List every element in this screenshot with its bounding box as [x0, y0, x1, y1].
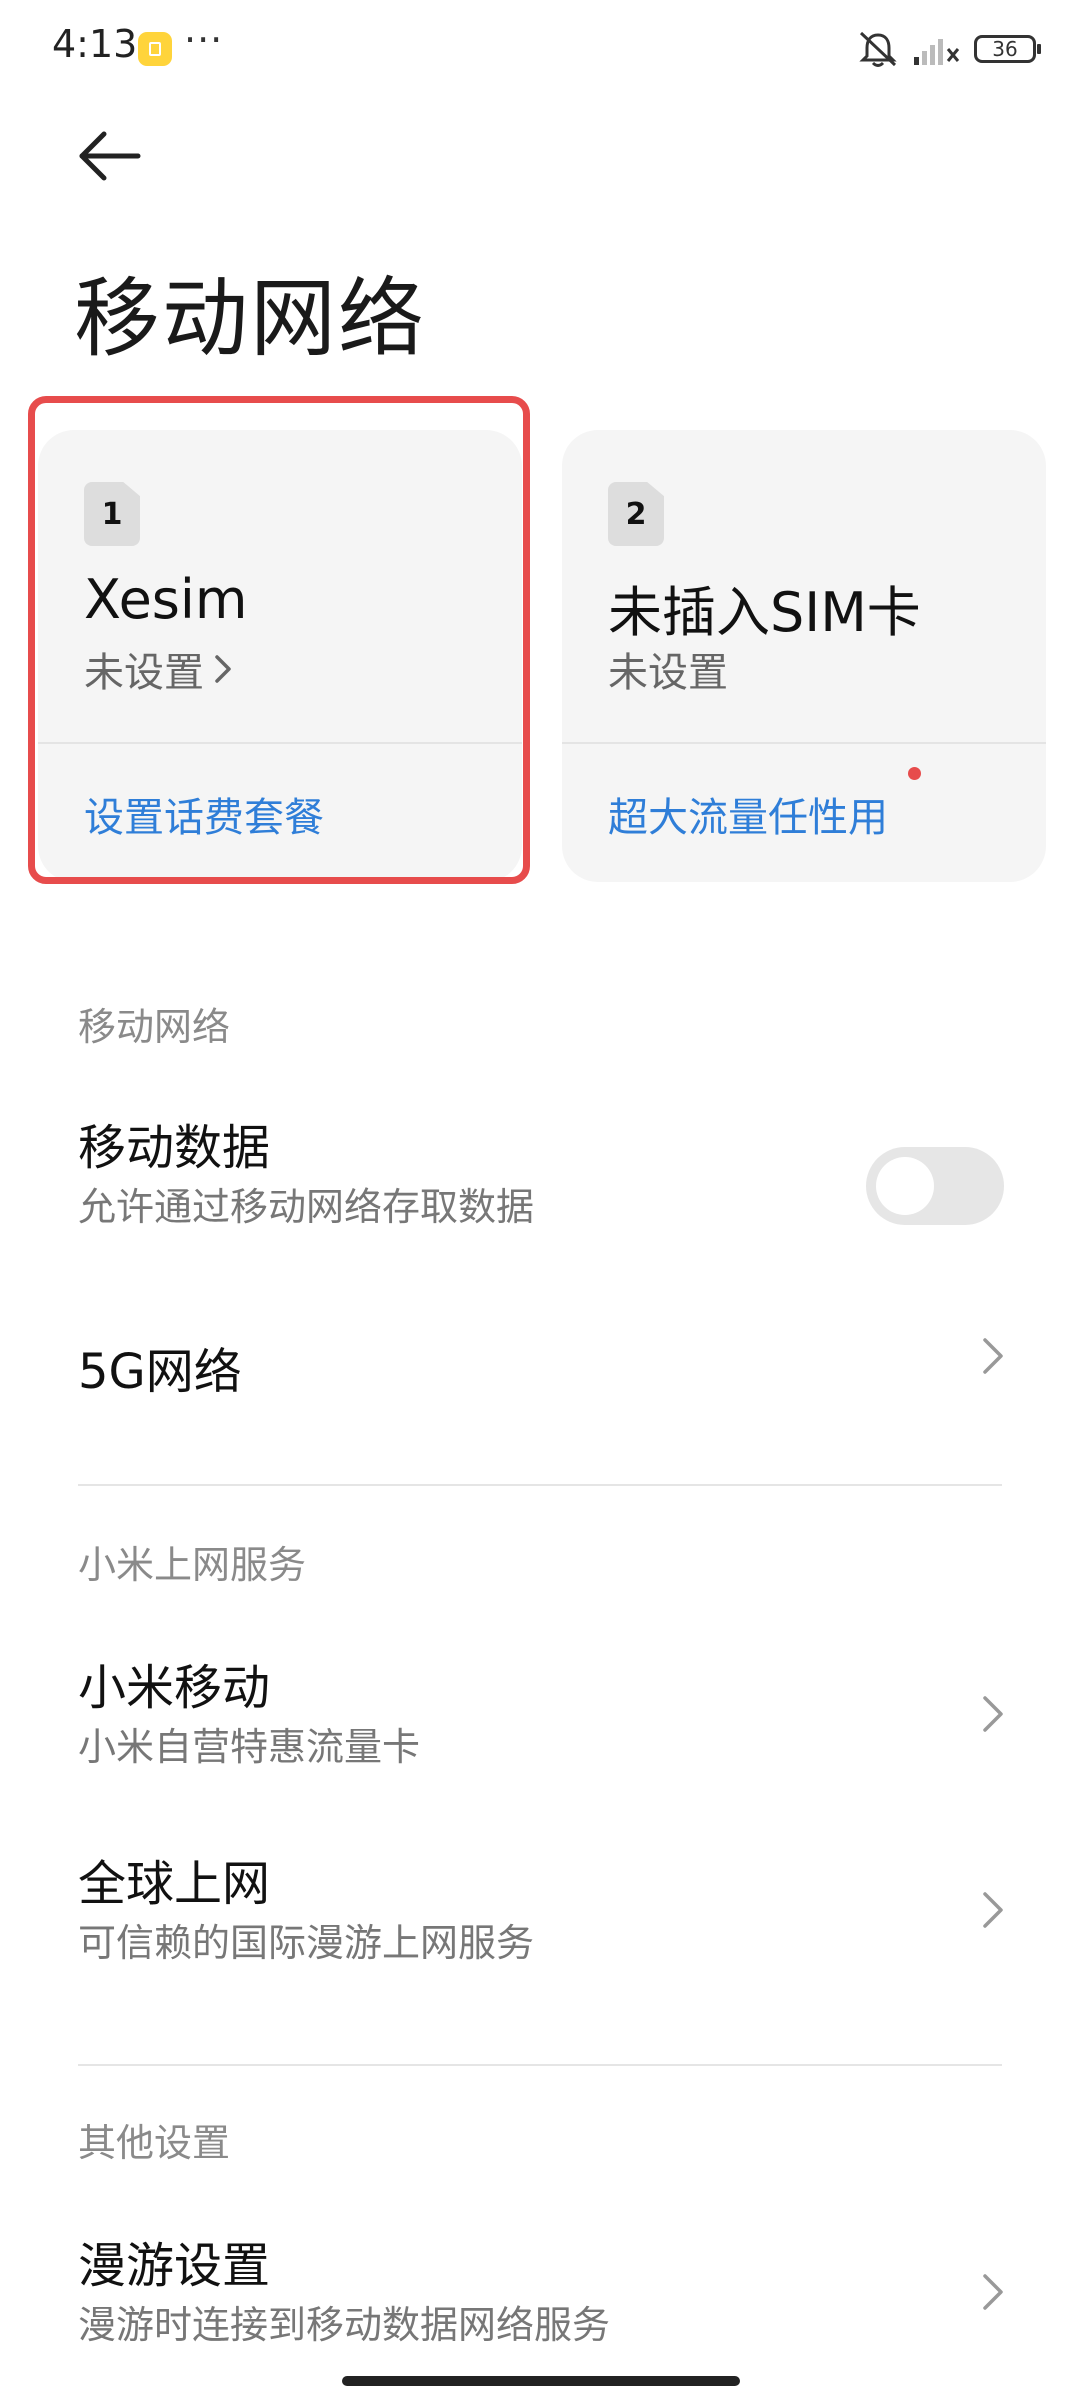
- sim-status: 未设置: [608, 640, 728, 698]
- mute-icon: [859, 31, 897, 67]
- sim-status-label: 未设置: [84, 650, 204, 696]
- row-title: 移动数据: [78, 1120, 271, 1176]
- chevron-right-icon: [983, 1338, 1003, 1374]
- mobile-data-toggle[interactable]: [866, 1147, 1004, 1225]
- data-promo-link[interactable]: 超大流量任性用: [608, 785, 888, 843]
- row-title: 小米移动: [78, 1660, 271, 1716]
- row-subtitle: 允许通过移动网络存取数据: [78, 1185, 535, 1229]
- sim-slot-icon: 2: [608, 482, 664, 546]
- global-internet-row[interactable]: 全球上网 可信赖的国际漫游上网服务: [0, 1826, 1080, 1996]
- home-indicator[interactable]: [342, 2376, 740, 2386]
- chevron-right-icon: [983, 1696, 1003, 1732]
- status-icons: 36: [856, 28, 1041, 70]
- sim-status[interactable]: 未设置: [84, 640, 234, 698]
- page-title: 移动网络: [74, 269, 426, 369]
- divider: [78, 2064, 1002, 2066]
- status-bar: 4:13 ··· 36: [0, 0, 1080, 100]
- roaming-settings-row[interactable]: 漫游设置 漫游时连接到移动数据网络服务: [0, 2208, 1080, 2378]
- setup-plan-link[interactable]: 设置话费套餐: [84, 785, 324, 843]
- divider: [562, 742, 1046, 744]
- status-time: 4:13: [52, 22, 138, 66]
- back-button[interactable]: [70, 120, 150, 200]
- row-title: 全球上网: [78, 1856, 271, 1912]
- signal-icon: [914, 39, 960, 65]
- sim-name: 未插入SIM卡: [608, 581, 921, 644]
- sim-card-2[interactable]: 2 未插入SIM卡 未设置 超大流量任性用: [562, 430, 1046, 882]
- row-subtitle: 可信赖的国际漫游上网服务: [78, 1921, 535, 1965]
- chevron-right-icon: [983, 2274, 1003, 2310]
- section-header-xiaomi-services: 小米上网服务: [78, 1543, 307, 1587]
- toggle-knob: [876, 1157, 934, 1215]
- section-header-mobile-network: 移动网络: [78, 1005, 231, 1049]
- sim-slot-icon: 1: [84, 482, 140, 546]
- row-subtitle: 小米自营特惠流量卡: [78, 1725, 421, 1769]
- row-subtitle: 漫游时连接到移动数据网络服务: [78, 2303, 611, 2347]
- sim-name: Xesim: [84, 568, 248, 631]
- app-notification-icon: [138, 32, 172, 66]
- section-header-other-settings: 其他设置: [78, 2121, 231, 2165]
- sim-card-1[interactable]: 1 Xesim 未设置 设置话费套餐: [38, 430, 522, 882]
- row-title: 5G网络: [78, 1344, 242, 1400]
- sim-status-label: 未设置: [608, 650, 728, 696]
- chevron-right-icon: [983, 1892, 1003, 1928]
- notification-dot-icon: [908, 767, 921, 780]
- row-title: 漫游设置: [78, 2238, 271, 2294]
- battery-icon: 36: [974, 35, 1041, 63]
- more-notifications-icon: ···: [184, 18, 224, 62]
- divider: [78, 1484, 1002, 1486]
- 5g-network-row[interactable]: 5G网络: [0, 1290, 1080, 1440]
- divider: [38, 742, 522, 744]
- xiaomi-mobile-row[interactable]: 小米移动 小米自营特惠流量卡: [0, 1630, 1080, 1800]
- chevron-right-icon: [215, 655, 231, 683]
- back-arrow-icon: [79, 131, 141, 181]
